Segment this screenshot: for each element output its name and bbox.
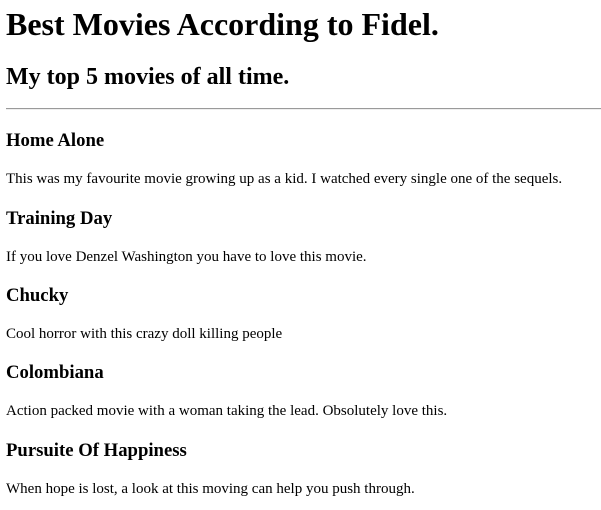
- movie-title: Home Alone: [6, 130, 105, 151]
- movie-item: Pursuite Of Happiness When hope is lost,…: [6, 440, 601, 497]
- divider: [6, 108, 601, 110]
- movie-description: Action packed movie with a woman taking …: [6, 403, 448, 419]
- movie-title: Chucky: [6, 285, 69, 306]
- movie-description: When hope is lost, a look at this moving…: [6, 481, 415, 497]
- movie-title: Pursuite Of Happiness: [6, 440, 187, 461]
- movie-title: Colombiana: [6, 362, 104, 383]
- movie-title: Training Day: [6, 208, 113, 229]
- movie-description: This was my favourite movie growing up a…: [6, 171, 563, 187]
- movie-item: Chucky Cool horror with this crazy doll …: [6, 285, 601, 342]
- page-title: Best Movies According to Fidel.: [6, 6, 439, 42]
- movie-item: Colombiana Action packed movie with a wo…: [6, 362, 601, 419]
- movie-item: Training Day If you love Denzel Washingt…: [6, 208, 601, 265]
- movie-item: Home Alone This was my favourite movie g…: [6, 130, 601, 187]
- page-subtitle: My top 5 movies of all time.: [6, 64, 290, 90]
- movie-description: Cool horror with this crazy doll killing…: [6, 326, 283, 342]
- movie-description: If you love Denzel Washington you have t…: [6, 249, 367, 265]
